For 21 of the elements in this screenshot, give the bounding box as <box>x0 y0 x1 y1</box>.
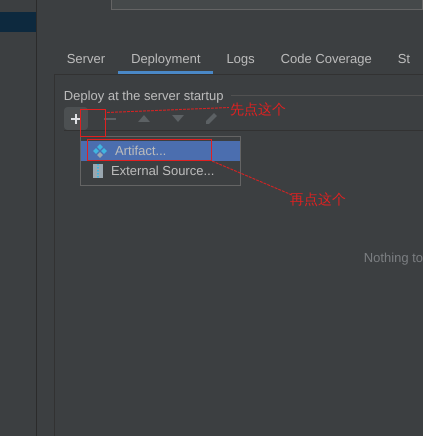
highlight-frame <box>80 109 106 137</box>
tab[interactable]: Deployment <box>118 44 214 74</box>
diamond-icon <box>93 144 107 158</box>
menu-item[interactable]: External Source... <box>81 161 240 181</box>
toolbar-button[interactable] <box>64 107 88 130</box>
plus-icon <box>70 112 82 124</box>
tab[interactable]: Code Coverage <box>268 44 385 74</box>
sidebar-item[interactable] <box>0 12 36 32</box>
archive-icon <box>93 164 103 178</box>
tab[interactable]: St <box>384 44 423 74</box>
down-triangle-icon <box>172 115 184 122</box>
minus-icon <box>104 116 116 120</box>
annotation-text: 先点这个 <box>230 100 286 119</box>
empty-message: Nothing to <box>364 249 423 267</box>
section-title: Deploy at the server startup <box>64 89 224 102</box>
pencil-icon <box>205 112 218 125</box>
name-field[interactable] <box>110 0 423 10</box>
up-triangle-icon <box>138 115 150 122</box>
tab[interactable]: Server <box>54 44 118 74</box>
tab[interactable]: Logs <box>213 44 268 74</box>
annotation-text: 再点这个 <box>290 190 346 209</box>
